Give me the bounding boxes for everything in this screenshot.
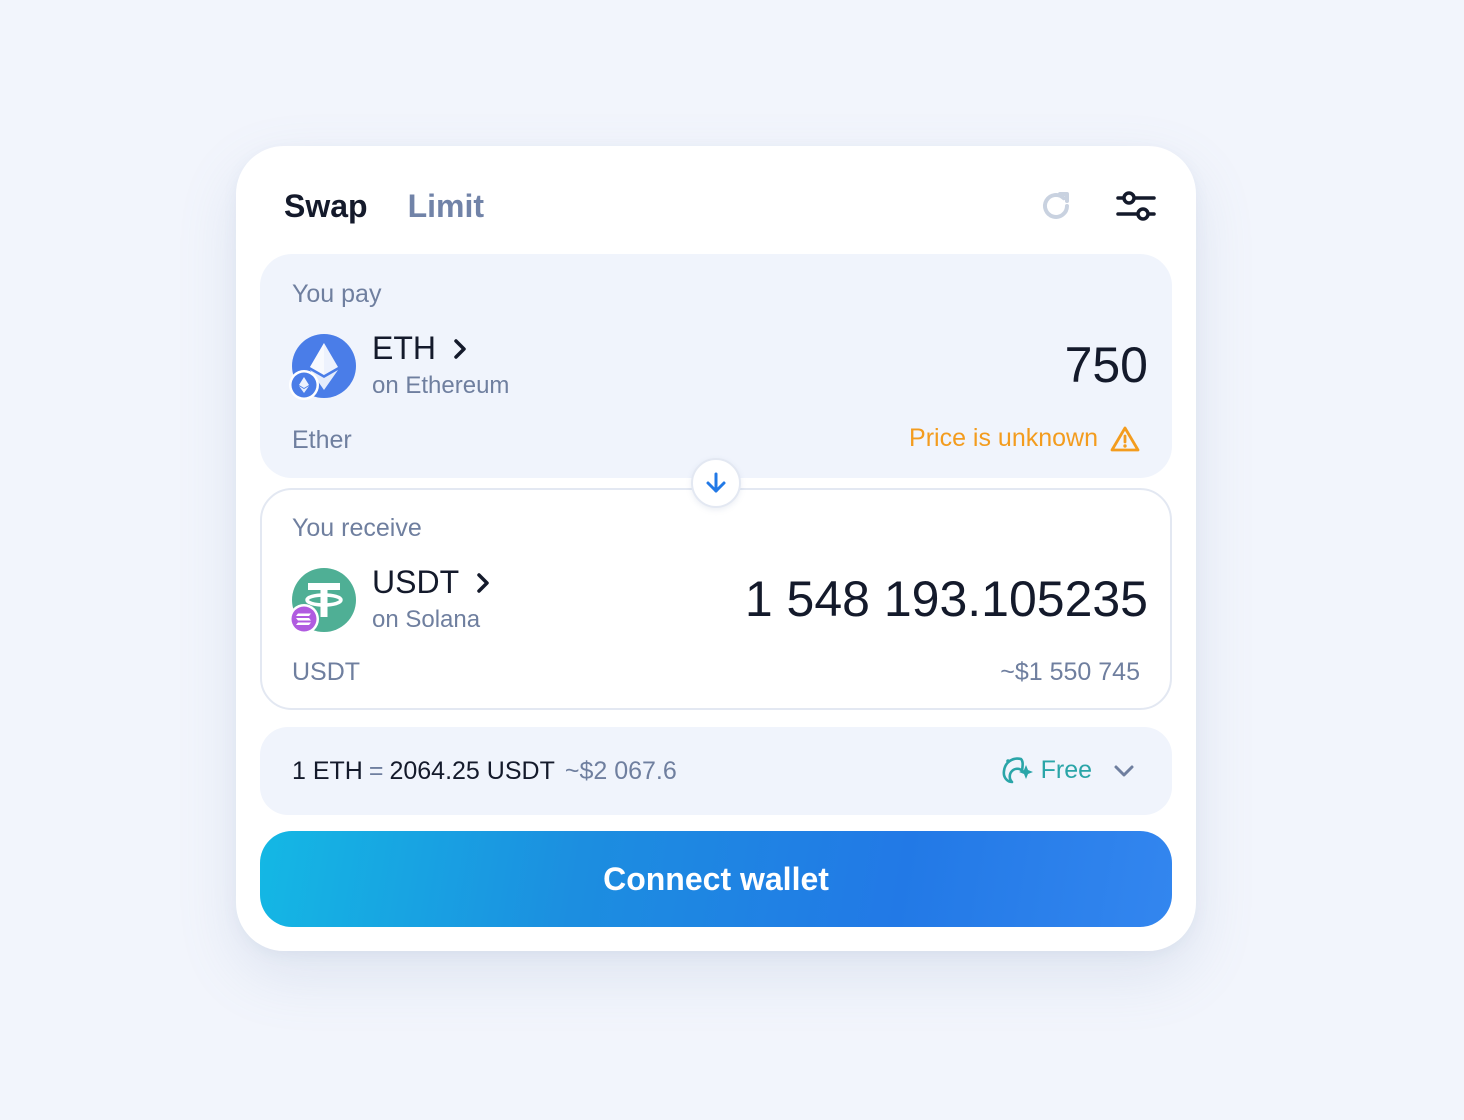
chevron-down-icon (1114, 765, 1134, 777)
arrow-down-icon (706, 472, 726, 493)
receive-token-chain: on Solana (372, 606, 481, 633)
pay-token-name: Ether (292, 426, 352, 454)
usdt-token-icon[interactable] (289, 568, 356, 634)
exchange-rate: 1 ETH = 2064.25 USDT ~$2 067.6 (292, 757, 677, 786)
sliders-icon (1116, 191, 1156, 221)
mode-tabs: Swap Limit (284, 186, 484, 226)
price-warning-text: Price is unknown (909, 424, 1098, 452)
fee-text: Free (1040, 755, 1092, 784)
rate-row[interactable]: 1 ETH = 2064.25 USDT ~$2 067.6 Free (260, 727, 1172, 815)
eth-token-icon[interactable] (289, 334, 356, 400)
connect-wallet-button[interactable]: Connect wallet (260, 831, 1172, 927)
receive-token-symbol: USDT (372, 564, 460, 600)
switch-direction-button[interactable] (691, 458, 741, 508)
pay-amount-input[interactable] (648, 336, 1148, 394)
receive-panel: You receive USDT on Solana USDT ~$1 (260, 488, 1172, 710)
swap-card: Swap Limit You pay ETH on Ethereum 750 E… (236, 146, 1196, 951)
receive-token-name: USDT (292, 658, 361, 686)
settings-button[interactable] (1114, 184, 1158, 228)
tab-limit[interactable]: Limit (408, 188, 484, 225)
pay-panel: You pay ETH on Ethereum Ether Price i (260, 254, 1172, 478)
rate-quote: 2064.25 USDT (389, 757, 555, 785)
price-warning: Price is unknown (909, 424, 1140, 453)
rate-equals: = (368, 757, 384, 785)
warning-icon (1110, 426, 1140, 451)
fee-badge: Free (999, 755, 1092, 785)
receive-token-selector[interactable]: USDT (372, 564, 491, 601)
receive-label: You receive (292, 514, 422, 542)
rate-details-toggle[interactable] (1112, 759, 1136, 788)
receive-amount-input[interactable] (548, 570, 1148, 628)
pay-token-selector[interactable]: ETH (372, 330, 468, 367)
rocket-icon (1002, 757, 1033, 784)
rate-base: 1 ETH (292, 757, 363, 785)
rate-usd: ~$2 067.6 (564, 757, 677, 785)
pay-label: You pay (292, 280, 382, 308)
refresh-button[interactable] (1034, 184, 1078, 228)
refresh-icon (1043, 192, 1069, 219)
pay-token-chain: on Ethereum (372, 372, 510, 399)
chevron-right-icon (452, 337, 468, 361)
receive-usd-value: ~$1 550 745 (1000, 658, 1140, 686)
pay-token-symbol: ETH (372, 330, 436, 366)
chevron-right-icon (475, 571, 491, 595)
tab-swap[interactable]: Swap (284, 188, 368, 225)
